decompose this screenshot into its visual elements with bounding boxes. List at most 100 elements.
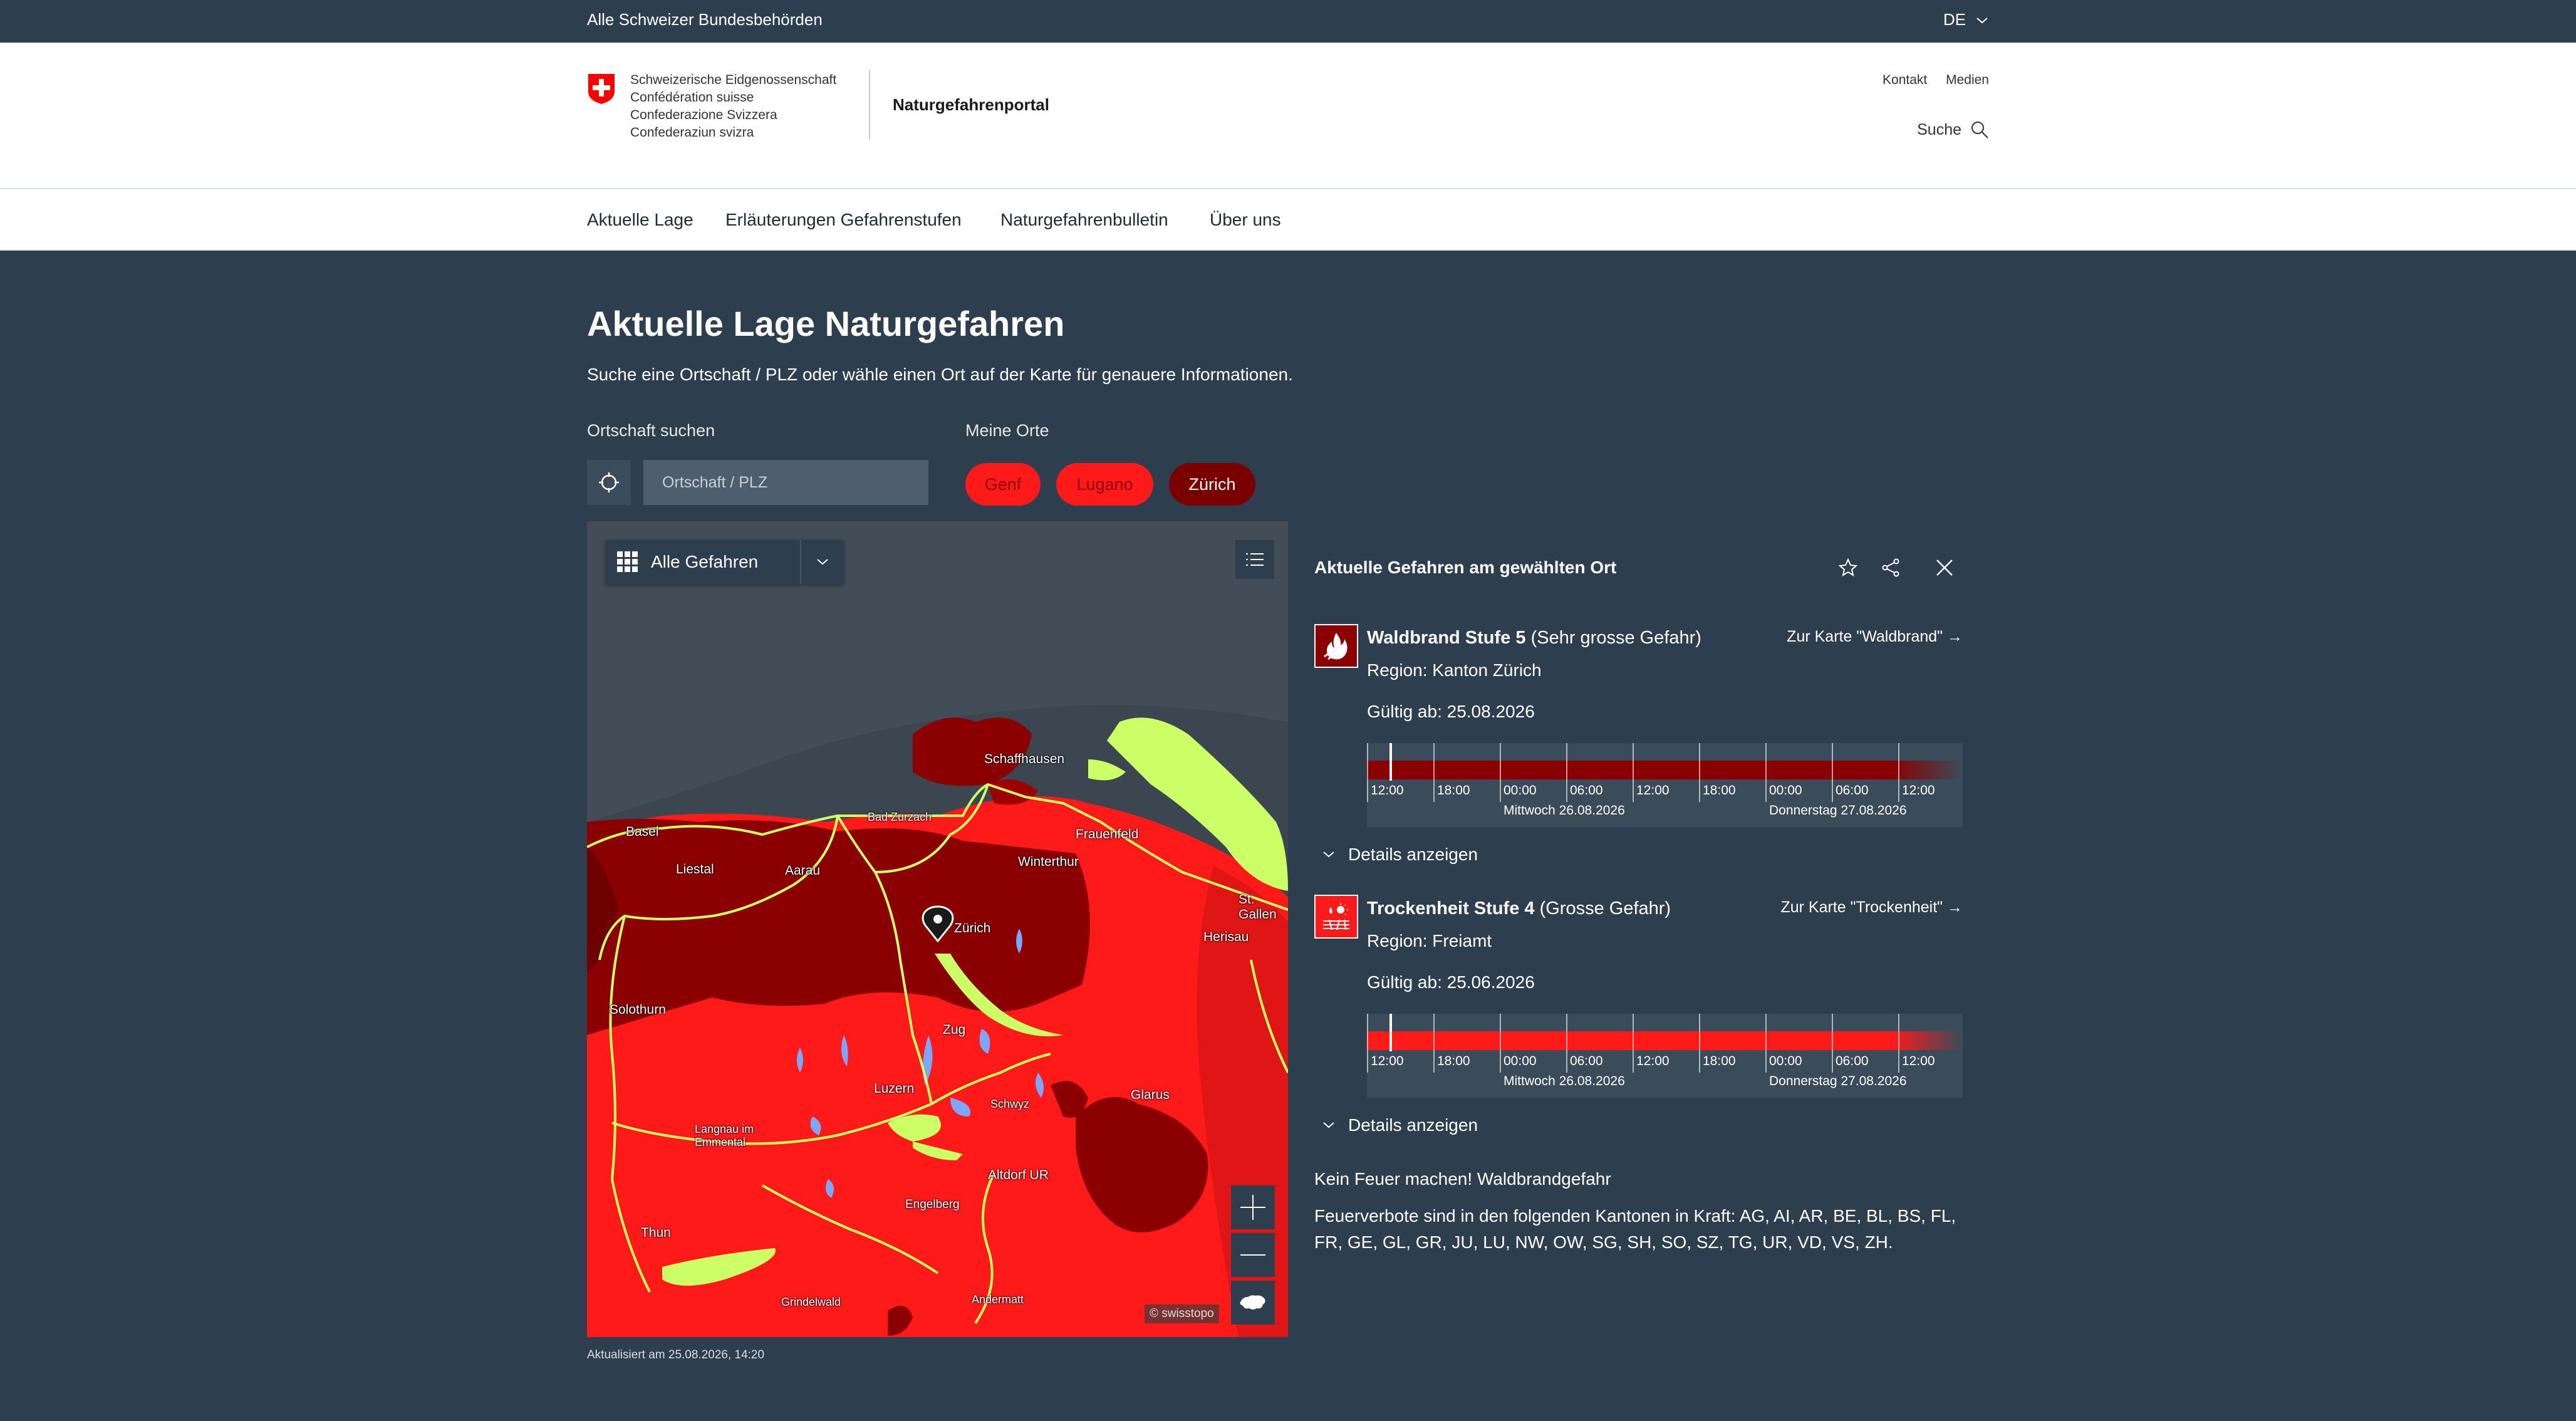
header-links: Kontakt Medien xyxy=(1867,73,1989,88)
hazard-filter-dropdown-button[interactable] xyxy=(800,540,844,584)
timeline-now-marker[interactable] xyxy=(1389,743,1392,781)
nav-item-ueber-uns[interactable]: Über uns xyxy=(1210,210,1281,230)
portal-name[interactable]: Naturgefahrenportal xyxy=(893,95,1049,115)
timeline-tick xyxy=(1898,743,1899,802)
media-link[interactable]: Medien xyxy=(1946,73,1989,87)
city-label[interactable]: Frauenfeld xyxy=(1076,827,1138,842)
timeline-time: 00:00 xyxy=(1504,1054,1537,1068)
timeline-time: 18:00 xyxy=(1703,783,1736,798)
city-label[interactable]: Grindelwald xyxy=(781,1296,841,1309)
header-search-button[interactable]: Suche xyxy=(1917,120,1989,139)
map-canvas[interactable] xyxy=(587,521,1288,1337)
city-label[interactable]: Aarau xyxy=(785,863,820,878)
divider xyxy=(869,70,870,139)
timeline-now-marker[interactable] xyxy=(1389,1014,1392,1051)
city-label[interactable]: Schaffhausen xyxy=(984,752,1064,767)
timeline-bar xyxy=(1367,761,1963,779)
city-label[interactable]: Schwyz xyxy=(990,1098,1029,1111)
search-icon xyxy=(1971,122,1988,138)
hazard-detail-panel: Aktuelle Gefahren am gewählten Ort Waldb… xyxy=(1288,521,1989,1337)
hazard-map[interactable]: Schaffhausen Bad Zurzach Frauenfeld Base… xyxy=(587,521,1288,1337)
last-updated: Aktualisiert am 25.08.2026, 14:20 xyxy=(587,1348,765,1361)
timeline-time: 18:00 xyxy=(1703,1054,1736,1068)
timeline-time: 00:00 xyxy=(1504,783,1537,798)
city-label[interactable]: St. Gallen xyxy=(1239,892,1288,922)
drought-icon xyxy=(1314,895,1358,939)
city-label[interactable]: Zug xyxy=(943,1023,965,1038)
city-label[interactable]: Winterthur xyxy=(1018,855,1079,870)
timeline-tick xyxy=(1633,1014,1634,1073)
city-label[interactable]: Glarus xyxy=(1131,1088,1170,1103)
timeline-day: Mittwoch 26.08.2026 xyxy=(1504,1074,1625,1088)
all-authorities-link[interactable]: Alle Schweizer Bundesbehörden xyxy=(587,10,823,29)
timeline-day: Donnerstag 27.08.2026 xyxy=(1769,1074,1907,1088)
details-label: Details anzeigen xyxy=(1348,1115,1478,1135)
legend-list-button[interactable] xyxy=(1235,540,1274,579)
nav-item-bulletin[interactable]: Naturgefahrenbulletin xyxy=(1000,210,1168,230)
locate-me-button[interactable] xyxy=(587,460,631,505)
timeline-tick xyxy=(1566,1014,1567,1073)
place-chip-genf[interactable]: Genf xyxy=(965,463,1041,506)
reset-switzerland-view-button[interactable] xyxy=(1231,1281,1275,1325)
close-icon xyxy=(1936,560,1953,576)
close-panel-button[interactable] xyxy=(1932,555,1957,580)
details-toggle[interactable]: Details anzeigen xyxy=(1323,845,1478,865)
city-label[interactable]: Thun xyxy=(641,1226,671,1241)
timeline-tick xyxy=(1500,743,1501,802)
favorite-button[interactable] xyxy=(1836,555,1861,580)
contact-link[interactable]: Kontakt xyxy=(1883,73,1927,87)
nav-item-aktuelle-lage[interactable]: Aktuelle Lage xyxy=(587,210,693,230)
hazard-region: Region: Kanton Zürich xyxy=(1367,660,1542,680)
timeline-time: 12:00 xyxy=(1902,1054,1935,1068)
arrow-right-icon: → xyxy=(1947,628,1963,645)
language-selector[interactable]: DE xyxy=(1943,10,1988,29)
city-label[interactable]: Solothurn xyxy=(610,1002,666,1018)
timeline-time: 00:00 xyxy=(1769,1054,1802,1068)
search-label: Ortschaft suchen xyxy=(587,421,715,440)
timeline-time: 12:00 xyxy=(1902,783,1935,798)
language-label: DE xyxy=(1943,10,1966,29)
timeline-tick xyxy=(1500,1014,1501,1073)
hazard-name: Waldbrand Stufe 5 (Sehr grosse Gefahr) xyxy=(1367,628,1701,648)
timeline-tick xyxy=(1367,743,1368,802)
list-icon xyxy=(1246,553,1264,566)
city-label[interactable]: Zürich xyxy=(954,921,990,936)
swiss-cross-logo-icon[interactable] xyxy=(587,73,616,105)
timeline-day: Mittwoch 26.08.2026 xyxy=(1504,803,1625,818)
grid-icon xyxy=(617,551,638,572)
search-label: Suche xyxy=(1917,120,1961,138)
city-label[interactable]: Basel xyxy=(626,825,659,840)
go-to-map-link[interactable]: Zur Karte "Trockenheit" → xyxy=(1780,898,1963,917)
hazard-valid-from: Gültig ab: 25.08.2026 xyxy=(1367,702,1535,721)
city-label[interactable]: Luzern xyxy=(874,1081,914,1096)
share-button[interactable] xyxy=(1878,555,1903,580)
crosshair-icon xyxy=(599,472,619,492)
city-label[interactable]: Engelberg xyxy=(905,1198,960,1212)
share-icon xyxy=(1882,558,1899,577)
hazard-valid-from: Gültig ab: 25.06.2026 xyxy=(1367,972,1535,992)
confed-line: Confederaziun svizra xyxy=(630,125,754,140)
confed-line: Confederazione Svizzera xyxy=(630,108,777,122)
hazard-timeline: 12:00 18:00 00:00 06:00 12:00 18:00 00:0… xyxy=(1367,743,1963,827)
zoom-in-button[interactable] xyxy=(1231,1185,1275,1229)
details-toggle[interactable]: Details anzeigen xyxy=(1323,1115,1478,1135)
zoom-out-button[interactable] xyxy=(1231,1233,1275,1277)
city-label[interactable]: Andermatt xyxy=(972,1293,1024,1306)
hazard-filter-select[interactable]: Alle Gefahren xyxy=(606,540,844,584)
city-label[interactable]: Langnau im Emmental xyxy=(695,1123,770,1149)
hazard-level-text: (Sehr grosse Gefahr) xyxy=(1530,628,1701,648)
city-label[interactable]: Altdorf UR xyxy=(988,1168,1049,1183)
timeline-time: 06:00 xyxy=(1836,783,1869,798)
go-to-map-link[interactable]: Zur Karte "Waldbrand" → xyxy=(1787,628,1963,646)
place-chip-lugano[interactable]: Lugano xyxy=(1056,463,1153,506)
main-navigation: Aktuelle Lage Erläuterungen Gefahrenstuf… xyxy=(0,189,2576,251)
hazard-level-title: Trockenheit Stufe 4 xyxy=(1367,898,1535,919)
nav-item-erlaeuterungen[interactable]: Erläuterungen Gefahrenstufen xyxy=(725,210,962,230)
city-label[interactable]: Liestal xyxy=(676,862,714,877)
timeline-time: 18:00 xyxy=(1437,1054,1470,1068)
place-search-input[interactable] xyxy=(643,460,928,505)
confed-line: Confédération suisse xyxy=(630,90,754,105)
city-label[interactable]: Bad Zurzach xyxy=(868,811,932,824)
city-label[interactable]: Herisau xyxy=(1203,930,1249,945)
place-chip-zuerich[interactable]: Zürich xyxy=(1169,463,1255,506)
